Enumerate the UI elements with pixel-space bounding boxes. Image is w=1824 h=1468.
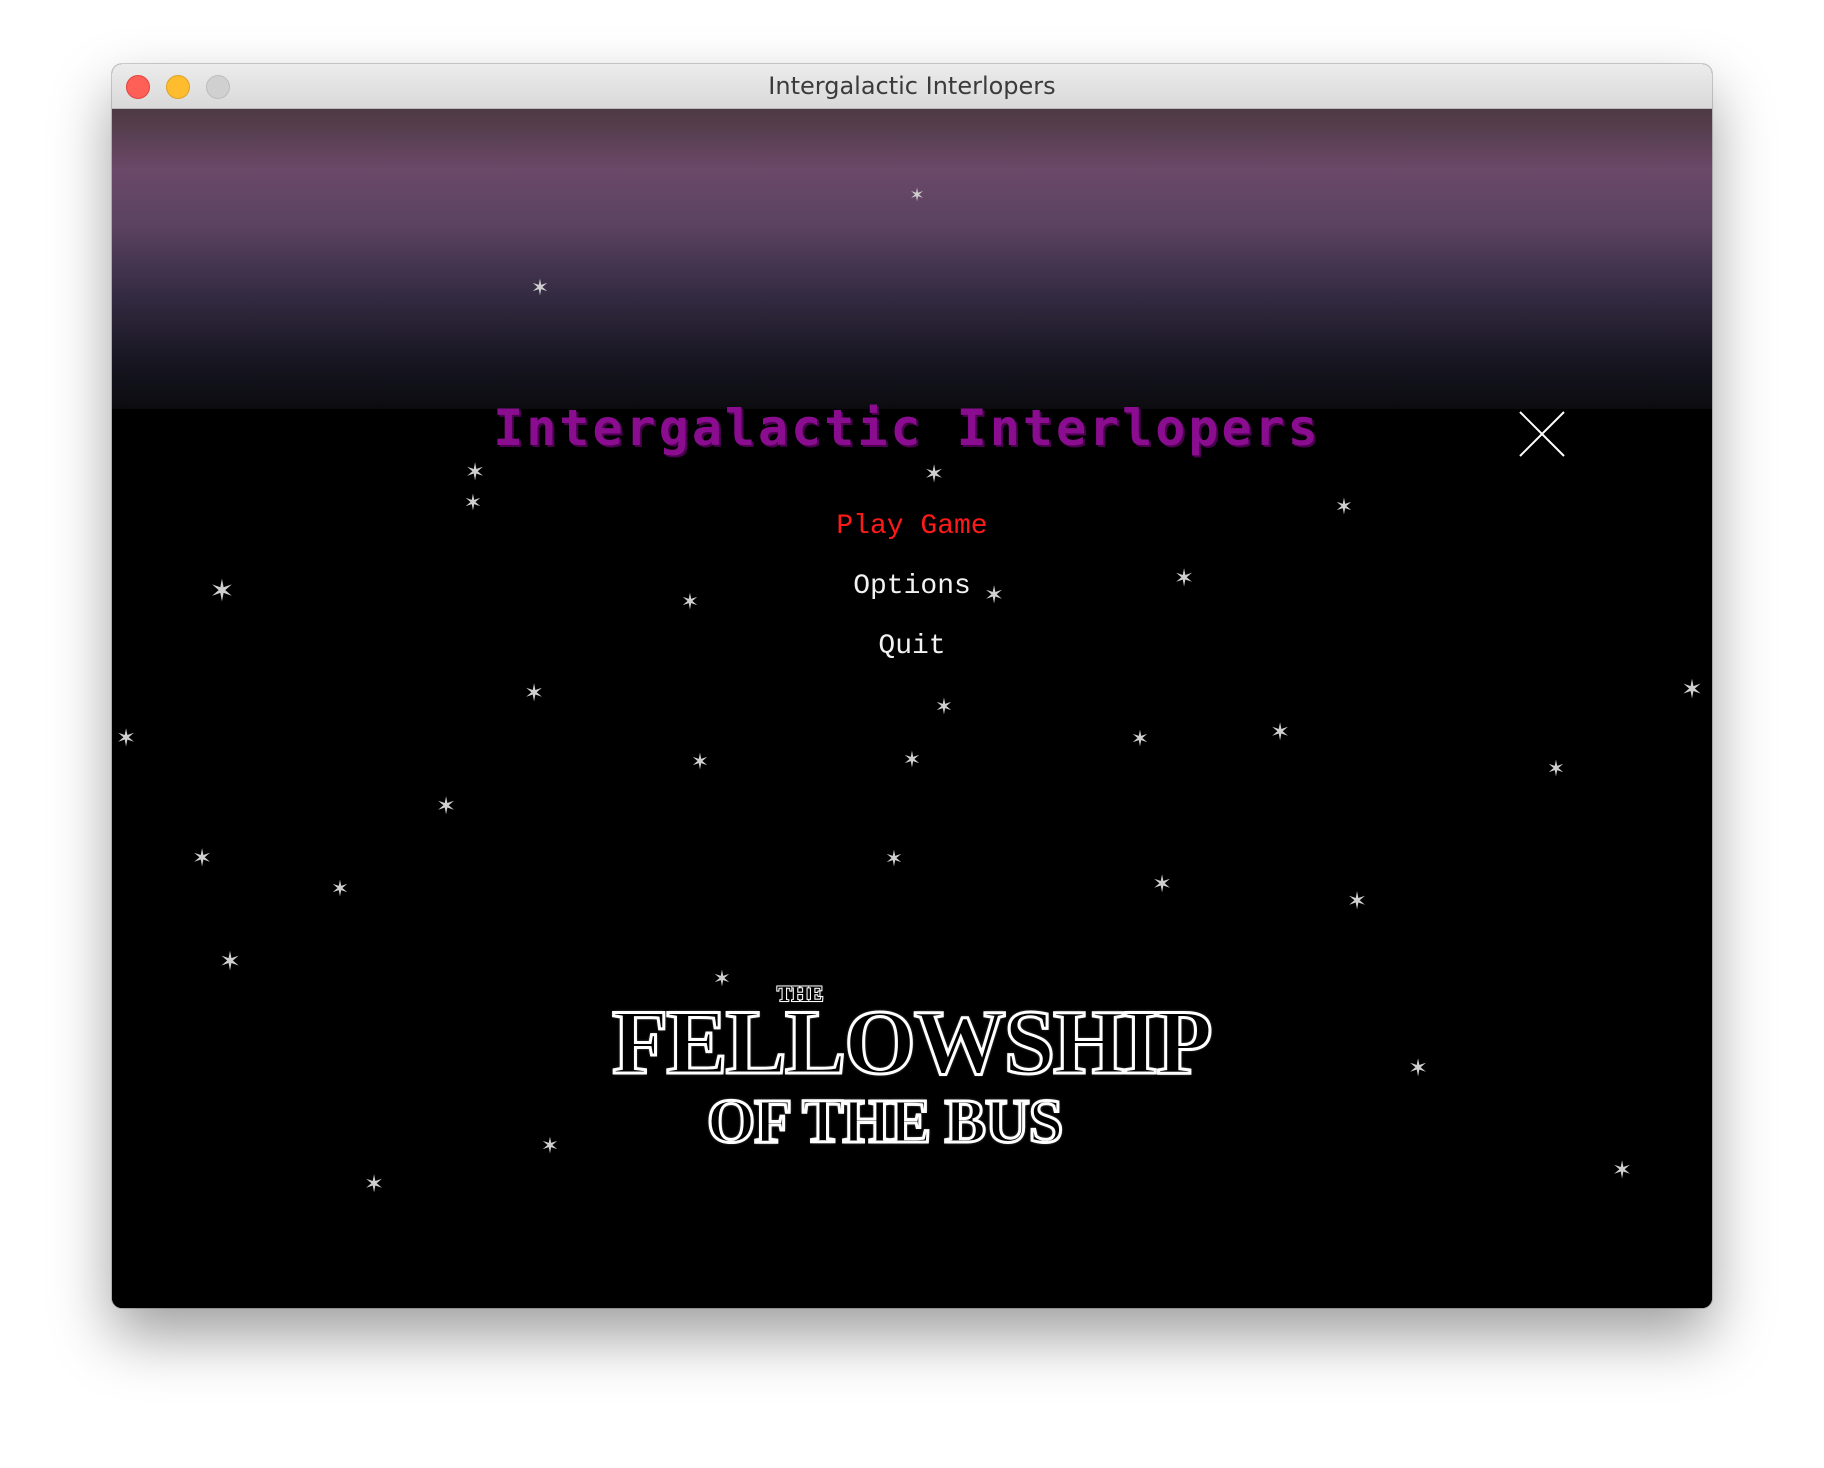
star-icon: ✶	[1151, 871, 1173, 898]
star-icon: ✶	[1269, 719, 1291, 746]
star-icon: ✶	[191, 845, 213, 872]
star-icon: ✶	[923, 461, 945, 488]
menu-quit[interactable]: Quit	[112, 631, 1712, 662]
logo-of-the-bus: OF THE BUS	[705, 1087, 1064, 1158]
star-icon: ✶	[1681, 674, 1703, 704]
menu-play-game[interactable]: Play Game	[112, 511, 1712, 542]
star-icon: ✶	[330, 876, 350, 901]
game-title: Intergalactic Interlopers	[493, 399, 1321, 457]
star-icon: ✶	[1346, 888, 1368, 915]
star-icon: ✶	[540, 1133, 560, 1158]
studio-logo: THE FELLOWSHIP OF THE BUS	[611, 979, 1215, 1179]
star-icon: ✶	[530, 275, 550, 300]
star-icon: ✶	[363, 1171, 385, 1198]
nebula-background	[112, 109, 1712, 409]
sparkle-icon	[1519, 411, 1565, 457]
star-icon: ✶	[219, 946, 241, 976]
star-icon: ✶	[523, 680, 545, 707]
star-icon: ✶	[1407, 1055, 1429, 1082]
star-icon: ✶	[884, 846, 904, 871]
game-canvas[interactable]: ✶ ✶ ✶ ✶ ✶ ✶ ✶ ✶ ✶ ✶ ✶ ✶ ✶ ✶ ✶ ✶ ✶ ✶ ✶ ✶ ✶ ✶ ✶ ✶ ✶ ✶ ✶ ✶ ✶ ✶ ✶ Intergal…	[112, 109, 1712, 1308]
star-icon: ✶	[902, 747, 922, 772]
app-window: Intergalactic Interlopers ✶ ✶ ✶ ✶ ✶ ✶ ✶ ✶ ✶ ✶ ✶ ✶ ✶ ✶…	[112, 64, 1712, 1308]
logo-fellowship: FELLOWSHIP	[611, 990, 1215, 1095]
star-icon: ✶	[690, 749, 710, 774]
star-icon: ✶	[934, 694, 954, 719]
star-icon: ✶	[464, 459, 486, 486]
star-icon: ✶	[909, 185, 925, 205]
star-icon: ✶	[115, 725, 137, 752]
star-icon: ✶	[1130, 726, 1150, 751]
window-titlebar[interactable]: Intergalactic Interlopers	[112, 64, 1712, 109]
window-title: Intergalactic Interlopers	[768, 72, 1056, 100]
star-icon: ✶	[1546, 756, 1566, 781]
menu-options[interactable]: Options	[112, 571, 1712, 602]
star-icon: ✶	[435, 793, 457, 820]
star-icon: ✶	[1611, 1157, 1633, 1184]
